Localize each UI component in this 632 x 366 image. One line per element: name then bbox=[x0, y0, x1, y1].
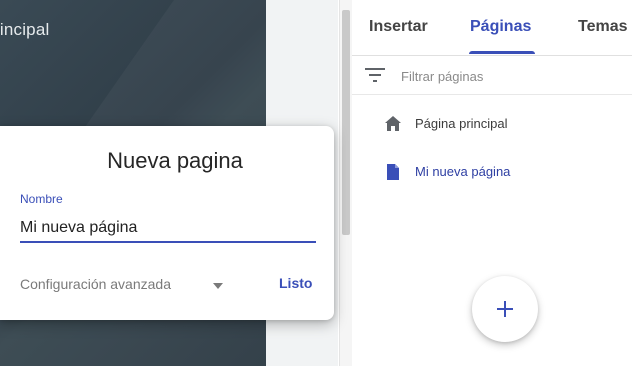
divider bbox=[352, 94, 632, 95]
page-item-new[interactable]: Mi nueva página bbox=[352, 155, 632, 189]
add-page-button[interactable] bbox=[472, 276, 538, 342]
filter-pages-input[interactable] bbox=[399, 65, 603, 87]
name-input[interactable] bbox=[20, 215, 316, 243]
done-button[interactable]: Listo bbox=[279, 275, 312, 291]
filter-icon bbox=[365, 68, 385, 82]
home-icon bbox=[385, 116, 401, 131]
advanced-settings-toggle[interactable]: Configuración avanzada bbox=[20, 276, 171, 292]
active-tab-indicator bbox=[469, 51, 535, 54]
plus-icon bbox=[497, 301, 513, 317]
scrollbar[interactable] bbox=[339, 0, 352, 366]
filter-row bbox=[352, 56, 632, 94]
site-title: rincipal bbox=[0, 20, 50, 39]
new-page-dialog: Nueva pagina Nombre Configuración avanza… bbox=[0, 126, 334, 320]
page-item-label: Mi nueva página bbox=[415, 164, 511, 179]
page-item-home[interactable]: Página principal bbox=[352, 107, 632, 141]
name-field-label: Nombre bbox=[20, 192, 63, 206]
tab-temas[interactable]: Temas bbox=[578, 18, 628, 36]
tab-paginas[interactable]: Páginas bbox=[470, 18, 531, 36]
page-item-label: Página principal bbox=[415, 116, 508, 131]
side-panel: Insertar Páginas Temas Página principal … bbox=[352, 0, 632, 366]
panel-tabs: Insertar Páginas Temas bbox=[352, 0, 632, 55]
page-icon bbox=[387, 164, 399, 180]
caret-down-icon[interactable] bbox=[213, 283, 223, 289]
dialog-title: Nueva pagina bbox=[107, 148, 243, 173]
tab-insertar[interactable]: Insertar bbox=[369, 18, 428, 36]
scrollbar-thumb[interactable] bbox=[342, 10, 350, 235]
